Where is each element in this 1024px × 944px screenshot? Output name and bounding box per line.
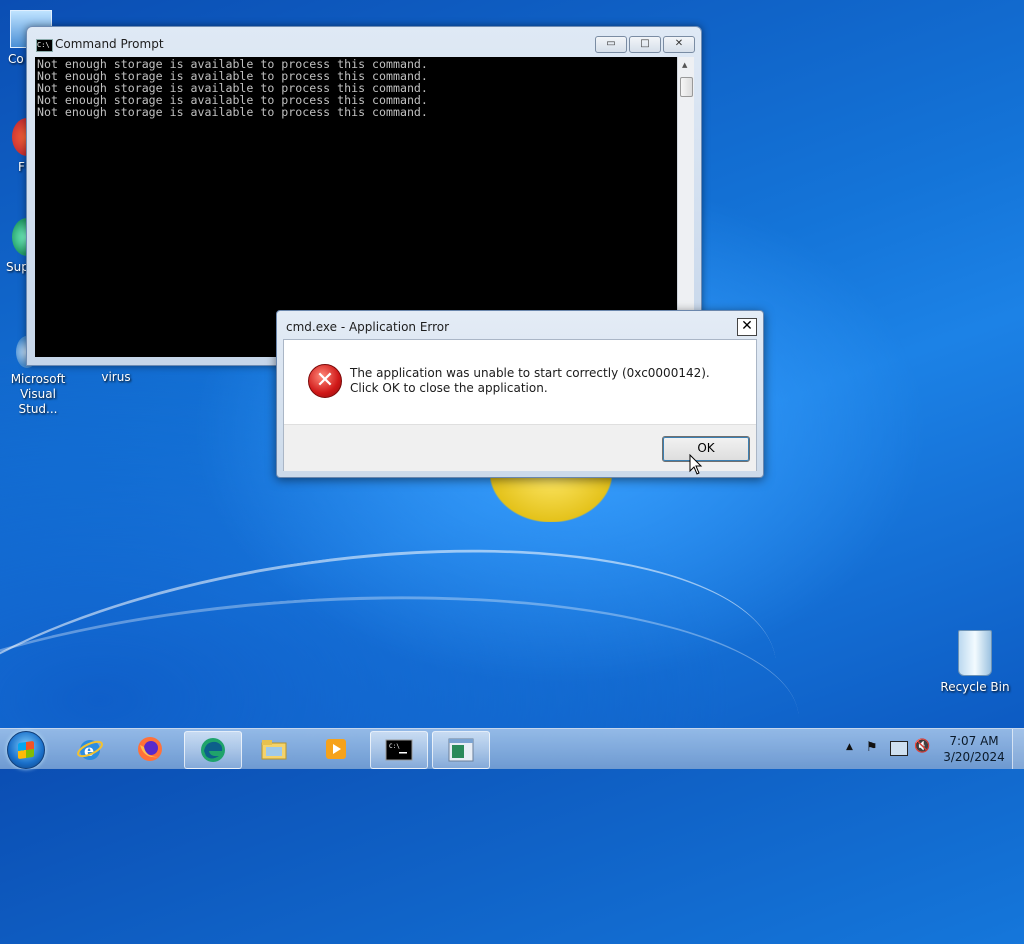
- internet-explorer-icon: e: [77, 740, 103, 760]
- minimize-button[interactable]: ▭: [595, 36, 627, 53]
- close-button[interactable]: ✕: [663, 36, 695, 53]
- desktop-icon-label: F: [18, 160, 25, 174]
- wallpaper-flower: [490, 472, 612, 522]
- dialog-title: cmd.exe - Application Error: [286, 320, 450, 334]
- ok-button[interactable]: OK: [662, 436, 750, 462]
- clock-time[interactable]: 7:07 AM: [935, 734, 1013, 748]
- scroll-up-arrow-icon[interactable]: ▲: [682, 61, 687, 69]
- windows-logo-icon: [18, 740, 34, 760]
- desktop-icon-label: Co: [8, 52, 24, 66]
- desktop-icon-label: Sup: [6, 260, 29, 274]
- mouse-cursor-icon: [689, 454, 703, 475]
- window-title: Command Prompt: [55, 37, 164, 51]
- taskbar-edge[interactable]: [184, 731, 242, 769]
- taskbar-firefox[interactable]: [122, 731, 178, 767]
- file-explorer-icon: [261, 740, 287, 760]
- edge-icon: [201, 738, 225, 762]
- desktop-icon-recycle-bin[interactable]: Recycle Bin: [937, 630, 1013, 695]
- clock-date[interactable]: 3/20/2024: [935, 750, 1013, 764]
- show-desktop-button[interactable]: [1012, 729, 1024, 769]
- taskbar-media-player[interactable]: [308, 731, 364, 767]
- action-center-flag-icon[interactable]: ⚑: [866, 740, 878, 755]
- show-hidden-icons-button[interactable]: ▲: [846, 742, 853, 752]
- taskbar-application[interactable]: [432, 731, 490, 769]
- volume-muted-icon[interactable]: 🔇: [914, 739, 930, 754]
- dialog-close-button[interactable]: ✕: [737, 318, 757, 336]
- media-player-icon: [326, 739, 346, 759]
- network-icon[interactable]: [890, 741, 908, 756]
- svg-text:C:\: C:\: [389, 743, 400, 750]
- maximize-button[interactable]: □: [629, 36, 661, 53]
- console-line: Not enough storage is available to proce…: [37, 105, 428, 119]
- desktop-icon-label: virus: [101, 370, 131, 384]
- desktop-icon-virus[interactable]: virus: [78, 370, 154, 385]
- recycle-bin-icon: [958, 630, 992, 676]
- taskbar-internet-explorer[interactable]: e: [62, 731, 118, 767]
- desktop-icon-label: Microsoft Visual Stud...: [10, 372, 66, 416]
- firefox-icon: [138, 737, 162, 761]
- application-icon: [448, 738, 474, 762]
- error-icon: ✕: [308, 364, 342, 398]
- taskbar-file-explorer[interactable]: [246, 731, 302, 767]
- command-prompt-icon: C:\: [385, 739, 413, 761]
- scrollbar-thumb[interactable]: [680, 77, 693, 97]
- start-button[interactable]: [7, 731, 45, 769]
- dialog-body: ✕ The application was unable to start co…: [283, 339, 757, 471]
- command-prompt-icon: C:\: [36, 39, 53, 52]
- taskbar-command-prompt[interactable]: C:\: [370, 731, 428, 769]
- application-error-dialog[interactable]: cmd.exe - Application Error ✕ ✕ The appl…: [276, 310, 764, 478]
- desktop-icon-label: Recycle Bin: [940, 680, 1010, 694]
- taskbar: e C:\ ▲ ⚑ 🔇 7:07 AM 3/20/2024: [0, 728, 1024, 769]
- error-message: The application was unable to start corr…: [350, 366, 710, 395]
